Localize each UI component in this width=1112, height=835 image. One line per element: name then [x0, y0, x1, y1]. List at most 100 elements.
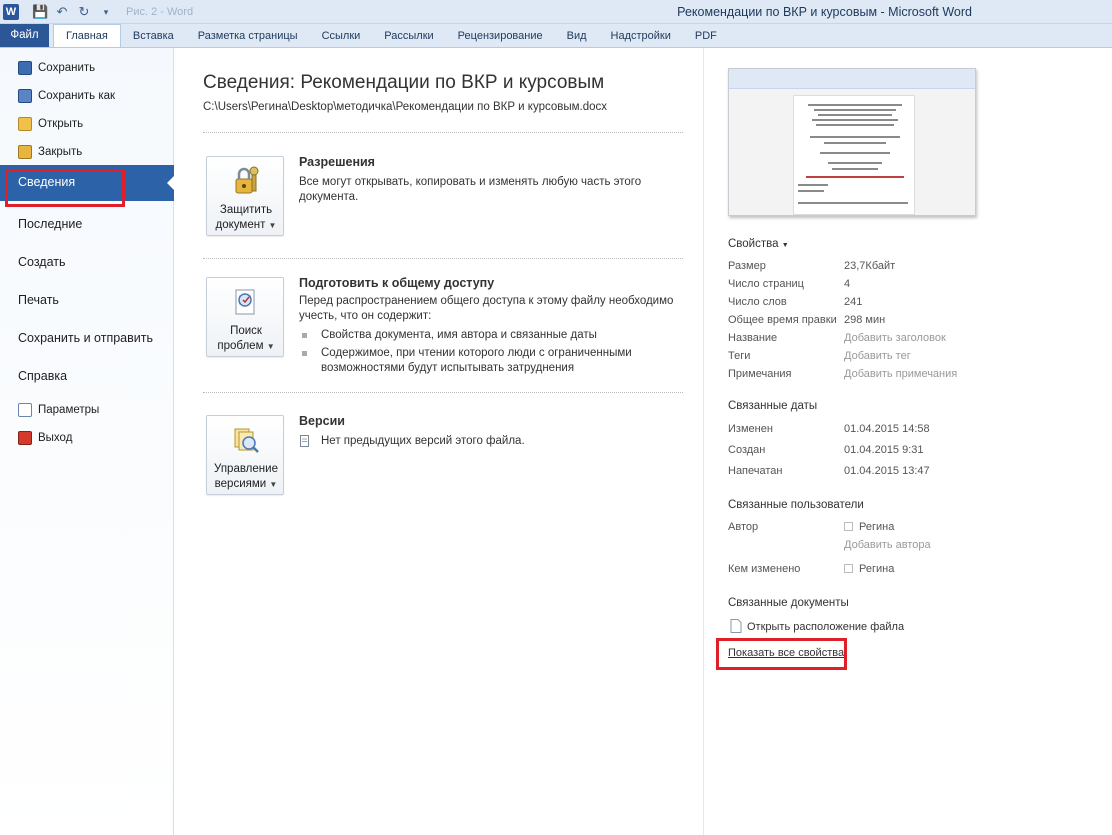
dropdown-caret-icon: ▼ [269, 480, 278, 489]
quick-access-toolbar: 💾 ↶ ↻ ▾ Рис. 2 - Word [24, 4, 193, 20]
author-value: Регина [859, 521, 895, 533]
nav-open[interactable]: Открыть [18, 114, 83, 134]
check-for-issues-button[interactable]: Поиск проблем ▼ [206, 277, 284, 357]
tab-file[interactable]: Файл [0, 24, 49, 47]
nav-close[interactable]: Закрыть [18, 142, 82, 162]
versions-title: Версии [299, 414, 345, 428]
prepare-bullet-accessibility: Содержимое, при чтении которого люди с о… [299, 346, 679, 376]
permissions-title: Разрешения [299, 155, 375, 169]
nav-exit[interactable]: Выход [18, 428, 72, 448]
document-thumbnail[interactable] [728, 68, 976, 216]
tab-review[interactable]: Рецензирование [446, 25, 555, 47]
prepare-bullet-properties: Свойства документа, имя автора и связанн… [299, 328, 679, 343]
nav-new[interactable]: Создать [18, 255, 66, 269]
nav-save-label: Сохранить [38, 62, 96, 74]
save-icon[interactable]: 💾 [32, 4, 48, 20]
words-value: 241 [844, 296, 863, 308]
nav-recent[interactable]: Последние [18, 217, 82, 231]
add-title-field[interactable]: Добавить заголовок [844, 332, 946, 344]
nav-save-as[interactable]: Сохранить как [18, 86, 115, 106]
thumb-line [806, 176, 904, 178]
highlight-box-show-all [716, 638, 847, 670]
nav-exit-label: Выход [38, 432, 73, 444]
properties-dropdown[interactable]: Свойства ▼ [728, 238, 789, 250]
inspect-document-icon [235, 289, 255, 315]
thumb-line [810, 136, 900, 138]
nav-save-send[interactable]: Сохранить и отправить [18, 331, 153, 345]
nav-open-label: Открыть [38, 118, 84, 130]
customize-qat-icon[interactable]: ▾ [98, 7, 114, 18]
redo-icon[interactable]: ↻ [76, 4, 92, 20]
nav-print[interactable]: Печать [18, 293, 59, 307]
created-label: Создан [728, 444, 766, 456]
author-entry[interactable]: Регина [844, 521, 894, 533]
exit-icon [18, 431, 32, 445]
word-app-icon[interactable]: W [3, 4, 19, 20]
add-comments-field[interactable]: Добавить примечания [844, 368, 957, 380]
tab-home[interactable]: Главная [53, 24, 121, 47]
modified-by-checkbox[interactable] [844, 564, 853, 573]
thumb-line [818, 114, 892, 116]
thumb-line [798, 190, 824, 192]
modified-by-entry[interactable]: Регина [844, 563, 894, 575]
ribbon-tabs: Файл Главная Вставка Разметка страницы С… [0, 24, 1112, 48]
backstage-nav: Сохранить Сохранить как Открыть Закрыть … [0, 48, 175, 835]
tab-addins[interactable]: Надстройки [599, 25, 683, 47]
add-author-field[interactable]: Добавить автора [844, 539, 931, 551]
save-icon [18, 61, 32, 75]
document-icon [300, 435, 309, 447]
selected-arrow-icon [167, 175, 175, 191]
dates-header: Связанные даты [728, 400, 818, 412]
edit-time-value: 298 мин [844, 314, 886, 326]
tab-insert[interactable]: Вставка [121, 25, 186, 47]
people-header: Связанные пользователи [728, 499, 864, 511]
tab-page-layout[interactable]: Разметка страницы [186, 25, 310, 47]
pages-label: Число страниц [728, 278, 804, 290]
permissions-text: Все могут открывать, копировать и изменя… [299, 176, 642, 203]
add-tag-field[interactable]: Добавить тег [844, 350, 911, 362]
document-path: C:\Users\Регина\Desktop\методичка\Рекоме… [203, 101, 608, 113]
versions-label-line2: версиями [214, 478, 267, 490]
protect-document-button[interactable]: Защитить документ ▼ [206, 156, 284, 236]
tab-mailings[interactable]: Рассылки [372, 25, 445, 47]
tab-references[interactable]: Ссылки [310, 25, 373, 47]
tab-view[interactable]: Вид [555, 25, 599, 47]
nav-save[interactable]: Сохранить [18, 58, 95, 78]
author-checkbox[interactable] [844, 522, 853, 531]
divider [203, 132, 683, 133]
modified-value: 01.04.2015 14:58 [844, 423, 930, 435]
manage-versions-button[interactable]: Управление версиями ▼ [206, 415, 284, 495]
protect-label-line1: Защитить [219, 204, 273, 216]
modified-label: Изменен [728, 423, 773, 435]
printed-label: Напечатан [728, 465, 783, 477]
undo-icon[interactable]: ↶ [54, 4, 70, 20]
words-label: Число слов [728, 296, 787, 308]
thumb-line [798, 184, 828, 186]
window-title: Рекомендации по ВКР и курсовым - Microso… [677, 5, 972, 19]
info-title: Сведения: Рекомендации по ВКР и курсовым [203, 72, 605, 93]
document-icon [730, 619, 742, 633]
thumb-line [824, 142, 886, 144]
issues-label-line1: Поиск [230, 325, 262, 337]
thumb-line [812, 119, 898, 121]
folder-close-icon [18, 145, 32, 159]
nav-help[interactable]: Справка [18, 369, 67, 383]
highlight-box-info [5, 169, 125, 207]
comments-label: Примечания [728, 368, 792, 380]
title-bar: W 💾 ↶ ↻ ▾ Рис. 2 - Word Рекомендации по … [0, 0, 1112, 24]
open-file-location-link[interactable]: Открыть расположение файла [730, 619, 904, 633]
dropdown-caret-icon: ▼ [266, 342, 275, 351]
folder-open-icon [18, 117, 32, 131]
prepare-text: Перед распространением общего доступа к … [299, 295, 674, 322]
nav-options-label: Параметры [38, 404, 100, 416]
lock-key-icon [235, 166, 259, 194]
size-value: 23,7Кбайт [844, 260, 896, 272]
tab-pdf[interactable]: PDF [683, 25, 729, 47]
author-label: Автор [728, 521, 759, 533]
nav-options[interactable]: Параметры [18, 400, 99, 420]
info-panel: Сведения: Рекомендации по ВКР и курсовым… [175, 48, 702, 835]
issues-label-line2: проблем [217, 340, 264, 352]
properties-panel: Свойства ▼ Размер 23,7Кбайт Число страни… [703, 48, 1112, 835]
divider [203, 392, 683, 393]
dropdown-caret-icon: ▼ [268, 221, 277, 230]
